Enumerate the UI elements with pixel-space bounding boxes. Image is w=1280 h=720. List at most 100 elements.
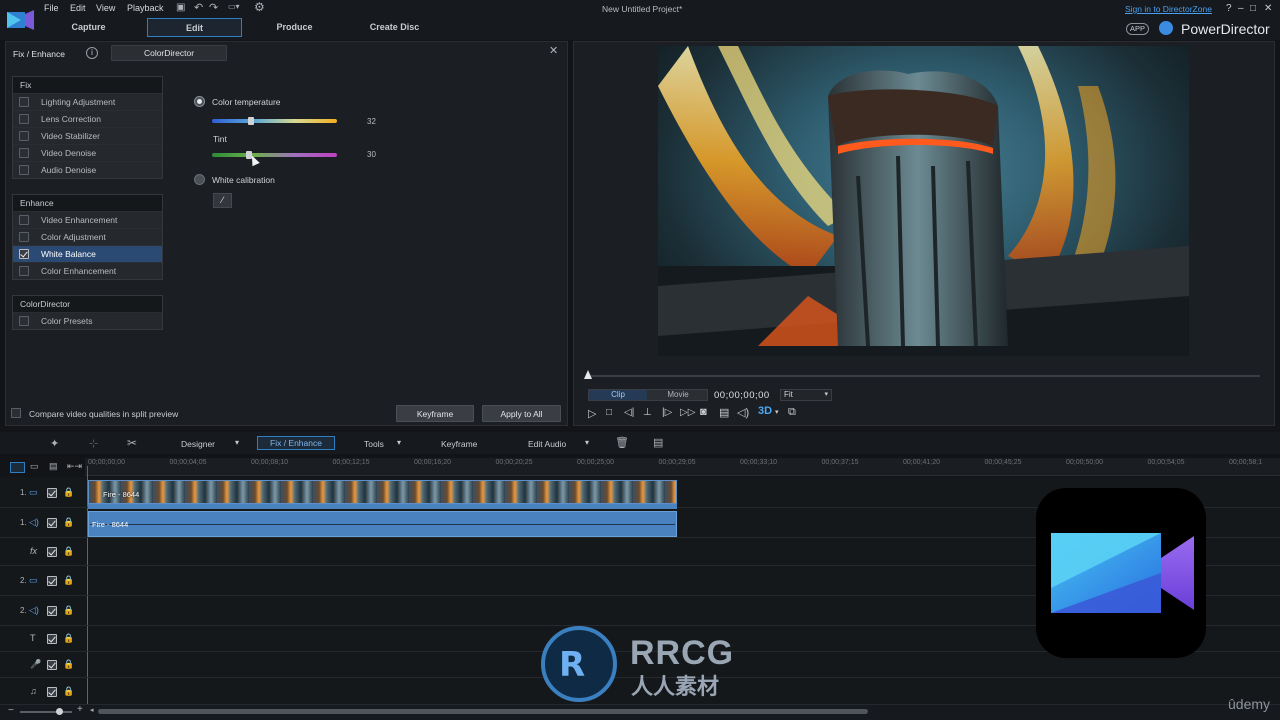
3d-mode-icon[interactable]: 3D — [758, 405, 772, 417]
track-enable-checkbox[interactable] — [47, 686, 57, 697]
video-clip[interactable] — [88, 480, 677, 504]
tab-produce[interactable]: Produce — [247, 18, 342, 37]
maximize-button[interactable]: □ — [1250, 3, 1256, 14]
chevron-down-icon[interactable]: ▾ — [585, 438, 589, 447]
color-temperature-slider[interactable] — [212, 119, 337, 123]
account-icon[interactable] — [1159, 21, 1173, 35]
help-button[interactable]: ? — [1226, 3, 1232, 14]
minimize-button[interactable]: – — [1238, 3, 1244, 14]
checkbox[interactable] — [19, 232, 29, 242]
list-item-color-adjustment[interactable]: Color Adjustment — [13, 228, 162, 245]
tab-capture[interactable]: Capture — [41, 18, 136, 37]
volume-icon[interactable]: ◁) — [737, 406, 749, 419]
lock-icon[interactable]: 🔒 — [63, 575, 74, 586]
fix-enhance-button[interactable]: Fix / Enhance — [257, 436, 335, 450]
undock-preview-icon[interactable]: ⧉ — [788, 406, 796, 419]
zoom-in-icon[interactable]: + — [77, 704, 83, 715]
checkbox[interactable] — [19, 266, 29, 276]
list-item-video-denoise[interactable]: Video Denoise — [13, 144, 162, 161]
save-icon[interactable]: ▣ — [176, 2, 185, 13]
chevron-down-icon[interactable]: ▾ — [235, 438, 239, 447]
lock-icon[interactable]: 🔒 — [63, 546, 74, 557]
apply-to-all-button[interactable]: Apply to All — [482, 405, 561, 422]
checkbox-checked[interactable] — [19, 249, 29, 259]
lock-icon[interactable]: 🔒 — [63, 605, 74, 616]
list-item-lighting-adjustment[interactable]: Lighting Adjustment — [13, 93, 162, 110]
track-manager-icon[interactable]: ▤ — [49, 461, 58, 472]
info-icon[interactable]: i — [86, 47, 98, 59]
project-manager-icon[interactable]: ▤ — [653, 436, 663, 449]
sign-in-link[interactable]: Sign in to DirectorZone — [1125, 4, 1212, 14]
movie-mode-button[interactable]: Movie — [649, 390, 707, 400]
fit-timeline-icon[interactable]: ⇤⇥ — [67, 461, 82, 472]
track-enable-checkbox[interactable] — [47, 634, 57, 644]
checkbox[interactable] — [19, 131, 29, 141]
lock-icon[interactable]: 🔒 — [63, 633, 74, 644]
redo-icon[interactable]: ↷ — [209, 1, 218, 14]
preview-scrubber-track[interactable] — [588, 375, 1260, 377]
tint-slider[interactable] — [212, 153, 337, 157]
magic-tool-icon[interactable]: ✦ — [50, 437, 59, 450]
close-panel-icon[interactable]: ✕ — [549, 44, 558, 57]
designer-menu[interactable]: Designer — [181, 439, 215, 449]
track-enable-checkbox[interactable] — [47, 606, 57, 616]
keyframe-button[interactable]: Keyframe — [396, 405, 474, 422]
colordirector-button[interactable]: ColorDirector — [111, 45, 227, 61]
zoom-slider-handle[interactable] — [56, 708, 63, 715]
play-icon[interactable]: ▷ — [588, 407, 596, 420]
list-item-color-enhancement[interactable]: Color Enhancement — [13, 262, 162, 279]
snapshot-icon[interactable]: ◙ — [700, 406, 707, 418]
menu-playback[interactable]: Playback — [127, 3, 164, 13]
chevron-down-icon[interactable]: ▾ — [775, 408, 779, 416]
compare-split-checkbox[interactable] — [11, 408, 21, 418]
next-frame-icon[interactable]: |▷ — [662, 407, 672, 418]
track-enable-checkbox[interactable] — [47, 547, 57, 557]
color-temperature-radio[interactable] — [194, 96, 205, 107]
menu-edit[interactable]: Edit — [70, 3, 86, 13]
tools-menu[interactable]: Tools — [364, 439, 384, 449]
checkbox[interactable] — [19, 165, 29, 175]
timecode-display[interactable]: 00;00;00;00 — [714, 390, 770, 401]
keyframe-menu[interactable]: Keyframe — [441, 439, 477, 449]
checkbox[interactable] — [19, 97, 29, 107]
scissors-icon[interactable]: ✂ — [127, 436, 137, 450]
checkbox[interactable] — [19, 148, 29, 158]
settings-gear-icon[interactable]: ⚙ — [254, 0, 265, 14]
track-enable-checkbox[interactable] — [47, 576, 57, 586]
color-temperature-handle[interactable] — [248, 117, 254, 125]
fast-forward-icon[interactable]: ▷▷ — [680, 407, 695, 418]
trash-icon[interactable]: 🗑 — [615, 436, 629, 449]
previous-frame-icon[interactable]: ◁| — [624, 407, 634, 418]
menu-file[interactable]: File — [44, 3, 59, 13]
list-item-lens-correction[interactable]: Lens Correction — [13, 110, 162, 127]
storyboard-view-icon[interactable]: ▭ — [30, 461, 39, 472]
list-item-audio-denoise[interactable]: Audio Denoise — [13, 161, 162, 178]
stop-icon[interactable]: □ — [606, 407, 612, 418]
track-enable-checkbox[interactable] — [47, 487, 57, 498]
zoom-out-icon[interactable]: − — [8, 705, 14, 716]
timeline-view-toggle-icon[interactable] — [10, 462, 25, 473]
checkbox[interactable] — [19, 114, 29, 124]
list-item-white-balance[interactable]: White Balance — [13, 245, 162, 262]
tab-create-disc[interactable]: Create Disc — [347, 18, 442, 37]
track-enable-checkbox[interactable] — [47, 660, 57, 670]
split-marker-icon[interactable]: ⊥ — [643, 407, 652, 418]
undo-icon[interactable]: ↶ — [194, 1, 203, 14]
scroll-left-icon[interactable]: ◂ — [90, 706, 94, 714]
horizontal-scrollbar[interactable] — [98, 709, 868, 714]
white-calibration-radio[interactable] — [194, 174, 205, 185]
lock-icon[interactable]: 🔒 — [63, 517, 74, 528]
track-enable-checkbox[interactable] — [47, 518, 57, 528]
edit-audio-menu[interactable]: Edit Audio — [528, 439, 566, 449]
lock-icon[interactable]: 🔒 — [63, 659, 74, 670]
subtitle-icon[interactable]: ▤ — [719, 406, 729, 419]
zoom-slider[interactable] — [20, 711, 72, 713]
list-item-color-presets[interactable]: Color Presets — [13, 312, 162, 329]
eyedropper-icon[interactable]: ⁄ — [213, 193, 232, 208]
checkbox[interactable] — [19, 215, 29, 225]
app-badge[interactable]: APP — [1126, 23, 1150, 35]
split-clip-icon[interactable]: ⊹ — [89, 437, 98, 450]
fit-dropdown[interactable]: Fit ▾ — [780, 389, 832, 401]
tab-edit[interactable]: Edit — [147, 18, 242, 37]
lock-icon[interactable]: 🔒 — [63, 686, 74, 697]
